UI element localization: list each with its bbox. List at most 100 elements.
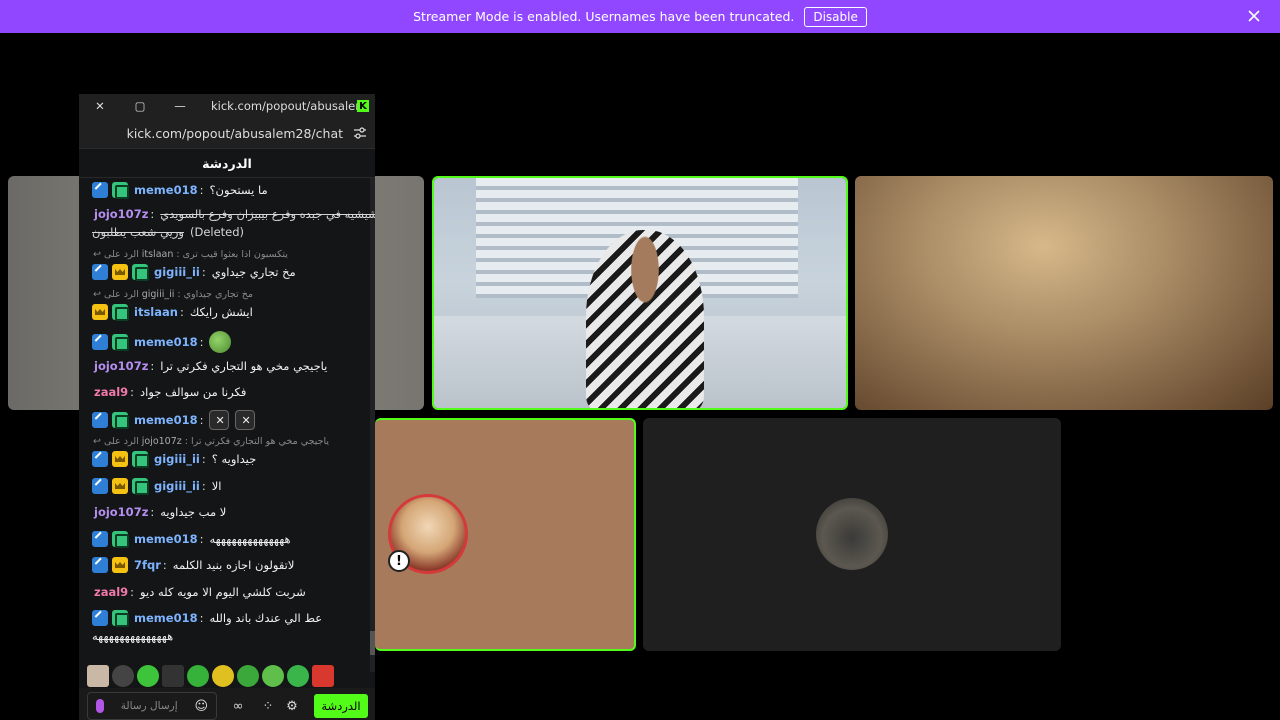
chat-input-placeholder: إرسال رسالة bbox=[120, 700, 178, 712]
chat-header: الدردشة bbox=[79, 149, 375, 178]
window-title: kick.com/popout/abusalem28... bbox=[211, 99, 357, 113]
moderator-badge-icon bbox=[92, 610, 108, 626]
window-titlebar: ✕ ▢ — kick.com/popout/abusalem28... K bbox=[79, 94, 375, 118]
chat-username[interactable]: jojo107z bbox=[94, 503, 148, 521]
maximize-icon[interactable]: ▢ bbox=[131, 97, 149, 115]
crown-badge-icon bbox=[112, 478, 128, 494]
chat-message: zaal9: شربت كلشي اليوم الا مويه كله ديو bbox=[94, 583, 306, 601]
close-icon[interactable] bbox=[1246, 8, 1262, 24]
screen: Streamer Mode is enabled. Usernames have… bbox=[0, 0, 1280, 720]
reply-icon: ↩ bbox=[93, 436, 101, 447]
chat-username[interactable]: jojo107z bbox=[94, 357, 148, 375]
frog-emote-icon[interactable] bbox=[187, 665, 209, 687]
emote-bar bbox=[79, 664, 375, 688]
site-settings-icon[interactable] bbox=[353, 126, 367, 140]
video-tile-center[interactable] bbox=[432, 176, 848, 410]
moderator-badge-icon bbox=[92, 264, 108, 280]
avatar-emote-icon[interactable] bbox=[87, 665, 109, 687]
chat-username[interactable]: zaal9 bbox=[94, 383, 128, 401]
chat-username[interactable]: itslaan bbox=[134, 303, 178, 321]
chat-text: لاتقولون اجازه بنيد الكلمه bbox=[172, 558, 295, 572]
chat-username[interactable]: gigiii_ii bbox=[154, 263, 200, 281]
chat-username[interactable]: zaal9 bbox=[94, 583, 128, 601]
chat-username[interactable]: meme018 bbox=[134, 411, 198, 429]
scene-person bbox=[586, 230, 704, 408]
laughing-emote-icon[interactable] bbox=[212, 665, 234, 687]
chat-username[interactable]: meme018 bbox=[134, 333, 198, 351]
chat-send-button[interactable]: الدردشة bbox=[314, 694, 368, 718]
infinity-icon[interactable]: ∞ bbox=[223, 697, 253, 715]
chat-username[interactable]: meme018 bbox=[134, 530, 198, 548]
subscriber-badge-icon bbox=[132, 264, 149, 281]
close-icon[interactable]: ✕ bbox=[91, 97, 109, 115]
chat-message: meme018: bbox=[92, 329, 363, 355]
reply-context[interactable]: ↩ الرد على itslaan: يتكسبون اذا بعثوا قي… bbox=[93, 249, 288, 260]
chat-text: مخ تجاري جيداوي bbox=[211, 265, 296, 279]
subscriber-badge-icon bbox=[112, 412, 129, 429]
green-face-emote-icon[interactable] bbox=[137, 665, 159, 687]
angel-emote-icon[interactable] bbox=[287, 665, 309, 687]
minimize-icon[interactable]: — bbox=[171, 97, 189, 115]
chat-message: jojo107z: ياجيجي مخي هو التجاري فكرتي تر… bbox=[94, 357, 328, 375]
chat-message: jojo107z: لا مب جيداويه bbox=[94, 503, 227, 521]
subscriber-badge-icon bbox=[112, 334, 129, 351]
chat-text: جيداويه ؟ bbox=[211, 452, 257, 466]
chat-message: zaal9: فكرنا من سوالف جواد bbox=[94, 383, 247, 401]
chat-username[interactable]: jojo107z bbox=[94, 205, 148, 223]
muted-emote-icon[interactable] bbox=[162, 665, 184, 687]
streamer-mode-banner: Streamer Mode is enabled. Usernames have… bbox=[0, 0, 1280, 33]
surprised-emote-icon[interactable] bbox=[262, 665, 284, 687]
scrollbar-thumb[interactable] bbox=[370, 631, 375, 655]
subscriber-badge-icon bbox=[112, 531, 129, 548]
deleted-label: (Deleted) bbox=[189, 225, 245, 239]
gear-icon[interactable]: ⚙ bbox=[283, 697, 301, 715]
chat-message: meme018: عط الي عندك باند والله bbox=[92, 609, 363, 627]
chat-text: ما يستحون؟ bbox=[209, 183, 268, 197]
reply-user: jojo107z bbox=[141, 436, 182, 447]
subscriber-badge-icon bbox=[132, 478, 149, 495]
crown-badge-icon bbox=[112, 557, 128, 573]
chat-text: الا bbox=[211, 479, 222, 493]
participant-avatar bbox=[816, 498, 888, 570]
muted-emote-icon[interactable] bbox=[209, 410, 230, 430]
chat-input-row: إرسال رسالة ☺ ∞ ⁘ ⚙ الدردشة bbox=[79, 692, 375, 720]
video-tile-right[interactable] bbox=[855, 176, 1273, 410]
reply-icon: ↩ bbox=[93, 249, 101, 260]
chat-username[interactable]: 7fqr bbox=[134, 556, 161, 574]
emoji-icon[interactable]: ☺ bbox=[194, 699, 208, 714]
chat-text: قيب وشيشيه في جبده وفرع بيبيزان وفرع بال… bbox=[160, 207, 375, 221]
chat-message: itslaan: ايشش رايكك bbox=[92, 303, 363, 321]
person-emote-icon[interactable] bbox=[112, 665, 134, 687]
chat-messages: meme018: ما يستحون؟ jojo107z: قيب وشيشيه… bbox=[79, 178, 375, 688]
chat-popout-window: ✕ ▢ — kick.com/popout/abusalem28... K ki… bbox=[79, 94, 375, 720]
angry-emote-icon[interactable] bbox=[312, 665, 334, 687]
chat-username[interactable]: meme018 bbox=[134, 181, 198, 199]
chat-text: ههههههههههههههه bbox=[92, 629, 174, 643]
chat-message: gigiii_ii: جيداويه ؟ bbox=[92, 450, 363, 468]
dancing-emote-icon[interactable] bbox=[237, 665, 259, 687]
reply-context[interactable]: ↩ الرد على gigiii_ii: مخ تجاري جيداوي bbox=[93, 289, 253, 300]
subscriber-badge-icon bbox=[132, 451, 149, 468]
reply-prefix: الرد على bbox=[103, 436, 139, 447]
chat-username[interactable]: gigiii_ii bbox=[154, 477, 200, 495]
muted-emote-icon[interactable] bbox=[235, 410, 256, 430]
chat-text: ايشش رايكك bbox=[189, 305, 253, 319]
scrollbar[interactable] bbox=[370, 178, 375, 672]
reply-text: يتكسبون اذا بعثوا قيب ترى bbox=[182, 249, 288, 260]
chat-username[interactable]: gigiii_ii bbox=[154, 450, 200, 468]
chat-username[interactable]: meme018 bbox=[134, 609, 198, 627]
chat-text: فكرنا من سوالف جواد bbox=[140, 385, 247, 399]
chat-message: gigiii_ii: مخ تجاري جيداوي bbox=[92, 263, 363, 281]
disable-button[interactable]: Disable bbox=[804, 6, 867, 27]
moderator-badge-icon bbox=[92, 412, 108, 428]
mic-icon[interactable] bbox=[96, 699, 104, 713]
reply-context[interactable]: ↩ الرد على jojo107z: ياجيجي مخي هو التجا… bbox=[93, 436, 329, 447]
subscriber-badge-icon bbox=[112, 304, 129, 321]
frog-emote-icon[interactable] bbox=[209, 331, 232, 353]
reply-text: ياجيجي مخي هو التجاري فكرتي ترا bbox=[190, 436, 330, 447]
reply-icon: ↩ bbox=[93, 289, 101, 300]
apps-icon[interactable]: ⁘ bbox=[259, 697, 277, 715]
banner-message: Streamer Mode is enabled. Usernames have… bbox=[413, 9, 795, 24]
chat-message: meme018: ما يستحون؟ bbox=[92, 181, 363, 199]
chat-input[interactable]: إرسال رسالة ☺ bbox=[87, 692, 217, 720]
